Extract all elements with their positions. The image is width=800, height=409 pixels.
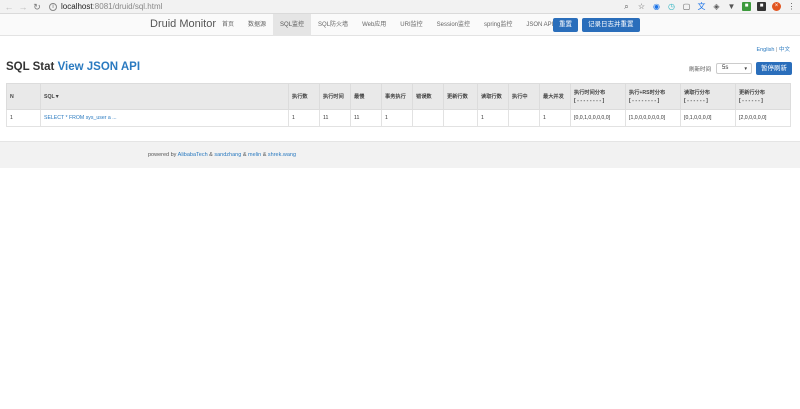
col-update-histogram-label: 更新行分布: [739, 89, 765, 96]
browser-toolbar: ← → ↻ i localhost:8081/druid/sql.html ⌕ …: [0, 0, 800, 14]
extension-square-icon[interactable]: ▢: [682, 2, 691, 11]
nav-item-webapp[interactable]: Web应用: [355, 14, 393, 36]
col-histogram[interactable]: 执行时间分布 [ - - - - - - - - ]: [570, 83, 626, 110]
page-title: SQL Stat View JSON API: [6, 61, 140, 73]
col-max-time[interactable]: 最慢: [350, 83, 382, 110]
nav-item-wall[interactable]: SQL防火墙: [311, 14, 355, 36]
extension-shield-icon[interactable]: ◈: [712, 2, 721, 11]
table-row: 1 SELECT * FROM sys_user a ... 1 11 11 1…: [6, 109, 791, 127]
search-icon[interactable]: ⌕: [622, 2, 631, 11]
cell-update-count: [443, 109, 478, 127]
col-exec-rs-histogram-sub: [ - - - - - - - - ]: [629, 97, 660, 104]
sql-stat-table: N SQL▼ 执行数 执行时间 最慢 事务执行 错误数 更新行数 读取行数 执行…: [6, 83, 791, 127]
nav-item-sql[interactable]: SQL监控: [273, 14, 312, 36]
col-concurrent-max[interactable]: 最大并发: [539, 83, 571, 110]
extension-orange-icon[interactable]: ×: [772, 2, 781, 11]
lang-separator: |: [776, 47, 778, 53]
bookmark-star-icon[interactable]: ☆: [637, 2, 646, 11]
col-fetch-row-histogram-label: 读取行分布: [684, 89, 710, 96]
top-navbar: Druid Monitor 首页 数据源 SQL监控 SQL防火墙 Web应用 …: [0, 14, 800, 36]
cell-error-count: [412, 109, 444, 127]
col-in-tx-count[interactable]: 事务执行: [381, 83, 413, 110]
url-host: localhost: [61, 2, 93, 11]
cell-update-histogram: [2,0,0,0,0,0]: [735, 109, 791, 127]
brand-title[interactable]: Druid Monitor: [150, 18, 216, 30]
cell-in-tx-count: 1: [381, 109, 413, 127]
nav-item-session[interactable]: Session监控: [430, 14, 477, 36]
col-exec-rs-histogram[interactable]: 执行+RS时分布 [ - - - - - - - - ]: [625, 83, 681, 110]
cell-exec-rs-histogram: [1,0,0,0,0,0,0,0]: [625, 109, 681, 127]
col-update-histogram[interactable]: 更新行分布 [ - - - - - - ]: [735, 83, 791, 110]
cell-max-time: 11: [350, 109, 382, 127]
translate-icon[interactable]: 文: [697, 2, 706, 11]
table-header-row: N SQL▼ 执行数 执行时间 最慢 事务执行 错误数 更新行数 读取行数 执行…: [6, 83, 791, 110]
extension-circle-icon[interactable]: ◉: [652, 2, 661, 11]
extension-dark-icon[interactable]: ■: [757, 2, 766, 11]
col-fetch-row-histogram-sub: [ - - - - - - ]: [684, 97, 708, 104]
caret-down-icon: ▼: [743, 66, 748, 71]
address-bar[interactable]: i localhost:8081/druid/sql.html: [49, 1, 569, 12]
lang-chinese-link[interactable]: 中文: [779, 47, 790, 53]
nav-item-uri[interactable]: URI监控: [393, 14, 429, 36]
extension-green-icon[interactable]: ■: [742, 2, 751, 11]
footer-link-shrek[interactable]: shrek.wang: [268, 152, 296, 158]
refresh-control: 刷新时间 5s ▼: [689, 63, 752, 74]
col-execute-time[interactable]: 执行时间: [319, 83, 351, 110]
cell-execute-time: 11: [319, 109, 351, 127]
cell-running-count: [508, 109, 540, 127]
nav-item-home[interactable]: 首页: [215, 14, 241, 36]
reload-icon[interactable]: ↻: [32, 2, 42, 12]
url-path: :8081/druid/sql.html: [92, 2, 163, 11]
forward-arrow-icon[interactable]: →: [18, 2, 28, 12]
page-title-text: SQL Stat: [6, 61, 58, 73]
footer-link-sandzhang[interactable]: sandzhang: [214, 152, 241, 158]
col-exec-rs-histogram-label: 执行+RS时分布: [629, 89, 666, 96]
col-update-count[interactable]: 更新行数: [443, 83, 478, 110]
col-histogram-sub: [ - - - - - - - - ]: [574, 97, 605, 104]
nav-menu: 首页 数据源 SQL监控 SQL防火墙 Web应用 URI监控 Session监…: [215, 14, 560, 36]
cell-fetch-count: 1: [477, 109, 509, 127]
refresh-label: 刷新时间: [688, 66, 711, 73]
pause-refresh-button[interactable]: 暂停刷新: [756, 62, 792, 75]
extension-clock-icon[interactable]: ◷: [667, 2, 676, 11]
col-fetch-count[interactable]: 读取行数: [477, 83, 509, 110]
col-error-count[interactable]: 错误数: [412, 83, 444, 110]
col-fetch-row-histogram[interactable]: 读取行分布 [ - - - - - - ]: [680, 83, 736, 110]
footer-link-melin[interactable]: melin: [248, 152, 261, 158]
col-update-histogram-sub: [ - - - - - - ]: [739, 97, 763, 104]
refresh-interval-value: 5s: [722, 65, 729, 71]
col-n[interactable]: N: [6, 83, 41, 110]
menu-dots-icon[interactable]: ⋮: [787, 2, 796, 11]
cell-sql-link[interactable]: SELECT * FROM sys_user a ...: [40, 109, 289, 127]
cell-execute-count: 1: [288, 109, 320, 127]
footer-amp-3: &: [261, 152, 268, 158]
language-switch: English | 中文: [756, 45, 790, 53]
cell-n: 1: [6, 109, 41, 127]
extension-filter-icon[interactable]: ▼: [727, 2, 736, 11]
col-running-count[interactable]: 执行中: [508, 83, 540, 110]
reset-log-button[interactable]: 记录日志并重置: [582, 18, 640, 32]
nav-item-datasource[interactable]: 数据源: [241, 14, 273, 36]
footer-prefix: powered by: [148, 152, 178, 158]
view-json-api-link[interactable]: View JSON API: [58, 61, 140, 73]
nav-item-spring[interactable]: spring监控: [477, 14, 519, 36]
reset-button[interactable]: 重置: [553, 18, 578, 32]
lang-english-link[interactable]: English: [756, 47, 774, 53]
cell-concurrent-max: 1: [539, 109, 571, 127]
col-sql[interactable]: SQL▼: [40, 83, 289, 110]
cell-fetch-row-histogram: [0,1,0,0,0,0]: [680, 109, 736, 127]
footer-link-alibabatech[interactable]: AlibabaTech: [178, 152, 208, 158]
col-execute-count[interactable]: 执行数: [288, 83, 320, 110]
info-icon[interactable]: i: [49, 2, 57, 11]
page-footer: powered by AlibabaTech & sandzhang & mel…: [0, 141, 800, 168]
back-arrow-icon[interactable]: ←: [4, 2, 14, 12]
footer-credits: powered by AlibabaTech & sandzhang & mel…: [148, 152, 296, 158]
refresh-interval-select[interactable]: 5s ▼: [716, 63, 752, 74]
cell-histogram: [0,0,1,0,0,0,0,0]: [570, 109, 626, 127]
col-histogram-label: 执行时间分布: [574, 89, 606, 96]
